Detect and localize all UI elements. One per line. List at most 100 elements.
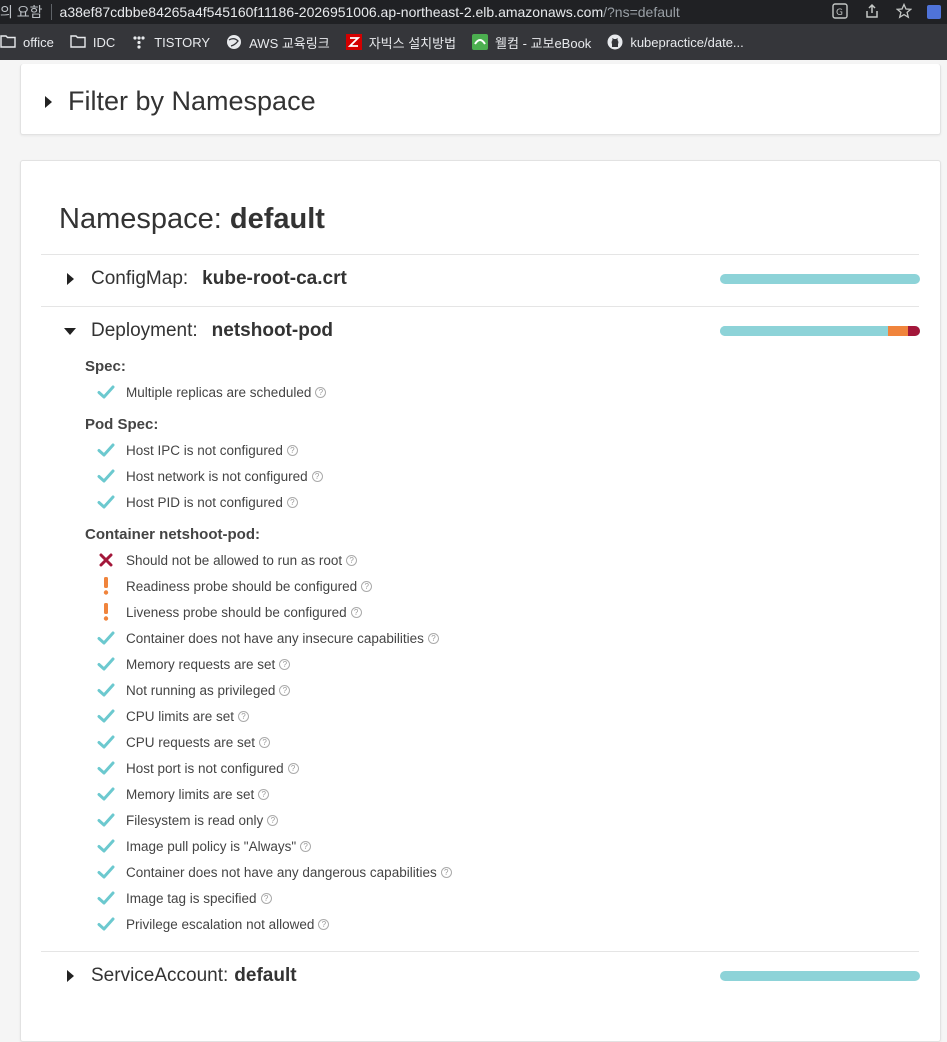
check-icon [95, 655, 117, 673]
check-icon [95, 759, 117, 777]
share-icon[interactable] [863, 3, 881, 21]
check-icon [95, 837, 117, 855]
url-query: /?ns=default [603, 4, 680, 20]
globe-icon [226, 34, 242, 50]
check-icon [95, 383, 117, 401]
question-circle-icon[interactable]: ? [259, 736, 271, 748]
section-title: Pod Spec: [85, 416, 159, 433]
check-icon [95, 733, 117, 751]
question-circle-icon[interactable]: ? [279, 684, 291, 696]
bookmark-label: office [23, 34, 54, 50]
score-bar-warning [888, 326, 908, 336]
question-circle-icon[interactable]: ? [440, 866, 452, 878]
score-bar [720, 274, 920, 284]
check-item: Memory limits are set? [95, 784, 270, 804]
extension-icon[interactable] [927, 5, 941, 19]
check-text: Should not be allowed to run as root [126, 552, 343, 568]
question-circle-icon[interactable]: ? [258, 788, 270, 800]
question-circle-icon[interactable]: ? [267, 814, 279, 826]
question-circle-icon[interactable]: ? [315, 386, 327, 398]
namespace-label: Namespace: [59, 203, 222, 235]
question-circle-icon[interactable]: ? [346, 554, 358, 566]
score-bar [720, 971, 920, 981]
kyobo-icon [472, 34, 489, 50]
filter-toggle[interactable]: Filter by Namespace [45, 86, 316, 117]
check-icon [95, 681, 117, 699]
check-item: Image pull policy is "Always"? [95, 836, 312, 856]
check-icon [95, 707, 117, 725]
question-circle-icon[interactable]: ? [286, 496, 298, 508]
resource-name: netshoot-pod [211, 320, 334, 341]
folder-icon [70, 34, 86, 50]
question-circle-icon[interactable]: ? [238, 710, 250, 722]
check-item: CPU requests are set? [95, 732, 271, 752]
bookmark-item[interactable]: AWS 교육링크 [226, 33, 330, 52]
check-text: Host network is not configured [126, 468, 308, 484]
resource-divider [41, 254, 919, 255]
caret-right-shape [66, 970, 74, 982]
section-title: Container netshoot-pod: [85, 526, 260, 543]
question-circle-icon[interactable]: ? [350, 606, 362, 618]
check-icon [95, 629, 117, 647]
x-icon [95, 551, 117, 569]
question-circle-icon[interactable]: ? [260, 892, 272, 904]
check-icon [95, 863, 117, 881]
question-circle-icon[interactable]: ? [279, 658, 291, 670]
resource-divider [41, 306, 919, 307]
caret-right-shape [66, 273, 74, 285]
check-text: Memory limits are set [126, 786, 255, 802]
bookmark-item[interactable]: TISTORY [131, 34, 210, 50]
score-bar-pass [720, 326, 888, 336]
bookmark-label: AWS 교육링크 [249, 35, 330, 51]
bookmark-label: TISTORY [154, 34, 211, 50]
check-text: Host port is not configured [126, 760, 284, 776]
check-item: Multiple replicas are scheduled? [95, 382, 327, 402]
translate-icon[interactable]: G [831, 3, 849, 21]
bookmark-item[interactable]: kubepractice/date... [607, 34, 744, 50]
bookmark-item[interactable]: IDC [70, 34, 115, 50]
star-icon[interactable] [895, 2, 913, 21]
check-item: Liveness probe should be configured? [95, 602, 362, 622]
question-circle-icon[interactable]: ? [318, 918, 330, 930]
check-text: Readiness probe should be configured [126, 578, 358, 594]
check-icon [95, 493, 117, 511]
question-circle-icon[interactable]: ? [361, 580, 373, 592]
filter-title: Filter by Namespace [68, 86, 316, 116]
resource-name: default [234, 965, 297, 986]
check-item: Container does not have any dangerous ca… [95, 862, 452, 882]
question-circle-icon[interactable]: ? [311, 470, 323, 482]
resource-kind: Deployment: [91, 320, 198, 341]
resource-kind: ConfigMap: [91, 268, 189, 289]
check-icon [95, 811, 117, 829]
namespace-title: Namespace: default [59, 203, 325, 236]
check-text: Host PID is not configured [126, 494, 283, 510]
address-actions: G [831, 2, 947, 21]
address-left-text: 의 요함 [0, 4, 43, 20]
check-text: Host IPC is not configured [126, 442, 283, 458]
question-circle-icon[interactable]: ? [300, 840, 312, 852]
check-text: Multiple replicas are scheduled [126, 384, 312, 400]
question-circle-icon[interactable]: ? [427, 632, 439, 644]
check-icon [95, 889, 117, 907]
section-title: Spec: [85, 358, 126, 375]
resource-divider [41, 951, 919, 952]
check-item: Memory requests are set? [95, 654, 291, 674]
check-icon [95, 785, 117, 803]
check-text: Container does not have any dangerous ca… [126, 864, 437, 880]
bookmark-item[interactable]: 자빅스 설치방법 [345, 33, 457, 52]
page: Filter by Namespace Namespace: default C… [0, 60, 947, 1042]
check-text: Liveness probe should be configured [126, 604, 347, 620]
bookmark-label: 자빅스 설치방법 [368, 35, 457, 51]
bookmark-label: IDC [92, 34, 116, 50]
bookmark-item[interactable]: 웰컴 - 교보eBook [472, 33, 591, 52]
resource-kind: ServiceAccount: [91, 965, 229, 986]
bookmark-item[interactable]: office [0, 34, 54, 50]
score-bar [720, 326, 920, 336]
check-item: Not running as privileged? [95, 680, 291, 700]
question-circle-icon[interactable]: ? [287, 762, 299, 774]
score-bar-danger [908, 326, 920, 336]
url-input[interactable]: a38ef87cdbbe84265a4f545160f11186-2026951… [60, 4, 831, 20]
filter-card: Filter by Namespace [20, 64, 941, 135]
caret-down-shape [64, 327, 76, 335]
question-circle-icon[interactable]: ? [286, 444, 298, 456]
